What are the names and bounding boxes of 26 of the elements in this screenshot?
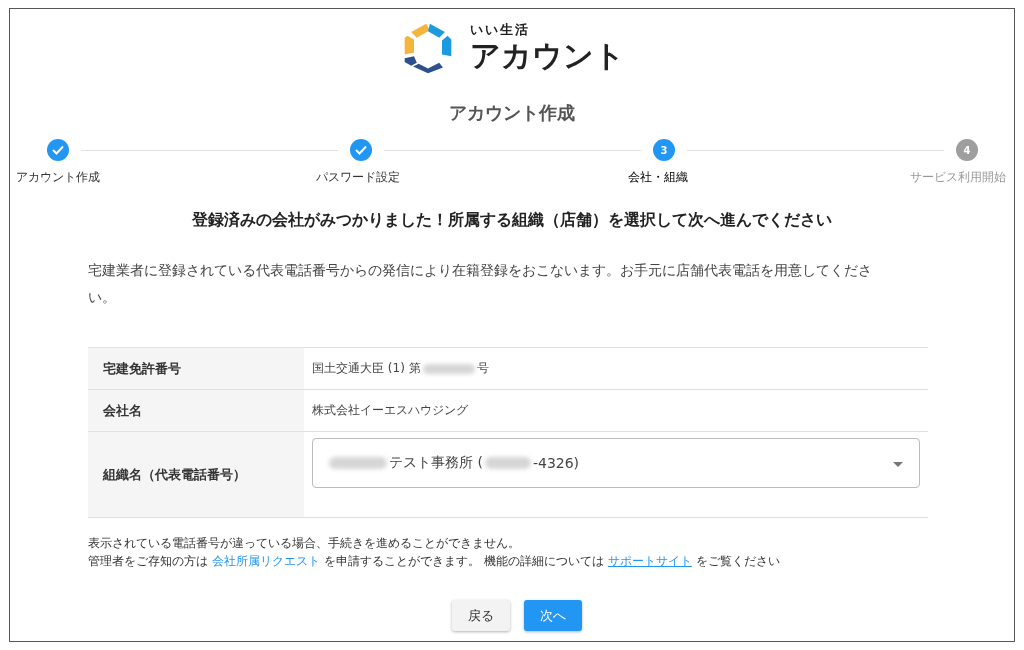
step-label: パスワード設定 [315, 169, 401, 186]
back-button[interactable]: 戻る [452, 600, 510, 631]
note-text: 表示されている電話番号が違っている場合、手続きを進めることができません。 [88, 535, 520, 552]
note-text: をご覧ください [695, 553, 780, 570]
step-indicator: 4 [956, 139, 978, 161]
description: 宅建業者に登録されている代表電話番号からの発信により在籍登録をおこないます。お手元に店舗代表電話を用意してください。 [88, 261, 873, 307]
step-indicator: 3 [653, 139, 675, 161]
row-value: 株式会社イーエスハウジング [312, 402, 468, 419]
next-button[interactable]: 次へ [524, 600, 582, 631]
note-text: 管理者をご存知の方は [88, 553, 208, 570]
heading: 登録済みの会社がみつかりました！所属する組織（店舗）を選択して次へ進んでください [191, 210, 833, 231]
logo-name: アカウント [469, 39, 625, 73]
link[interactable]: サポートサイト [607, 552, 692, 570]
link[interactable]: 会社所属リクエスト [212, 552, 320, 570]
logo-tagline: いい生活 [469, 21, 531, 39]
step-label: サービス利用開始 [909, 169, 1007, 186]
organization-select[interactable]: テスト事務所 ( -4326) [312, 438, 920, 488]
row-label: 宅建免許番号 [88, 348, 304, 389]
row-label: 会社名 [88, 390, 304, 431]
row-value: 国土交通大臣 (1) 第 号 [312, 360, 489, 377]
note-text: を申請することができます。 機能の詳細については [324, 553, 604, 570]
step-label: 会社・組織 [627, 169, 689, 186]
step-label: アカウント作成 [15, 169, 101, 186]
page-title: アカウント作成 [448, 101, 576, 125]
caret-icon [893, 462, 903, 467]
row-label: 組織名（代表電話番号） [88, 432, 304, 517]
